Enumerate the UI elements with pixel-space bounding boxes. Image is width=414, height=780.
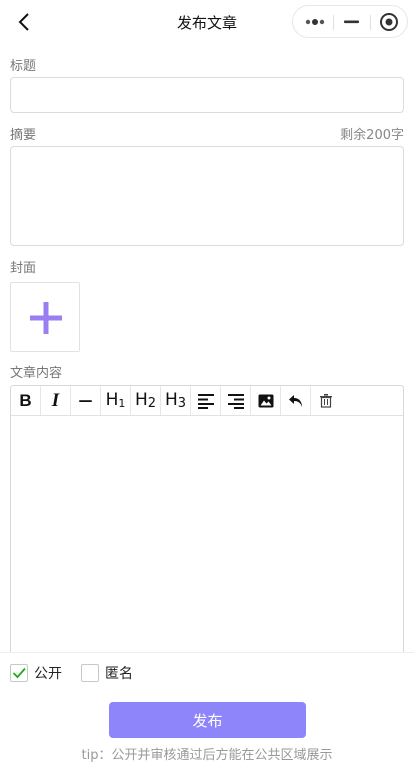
heading-1-button[interactable]: H1	[101, 386, 131, 415]
summary-label: 摘要	[10, 128, 37, 143]
horizontal-rule-button[interactable]: —	[71, 386, 101, 415]
undo-button[interactable]	[281, 386, 311, 415]
cover-upload-button[interactable]	[10, 282, 80, 352]
summary-textarea[interactable]	[10, 146, 404, 246]
close-button[interactable]	[370, 6, 408, 37]
rich-text-editor: B I — H1 H2 H3	[10, 385, 404, 665]
editor-content-area[interactable]	[11, 417, 403, 664]
more-icon	[305, 19, 325, 25]
align-right-button[interactable]	[221, 386, 251, 415]
align-left-button[interactable]	[191, 386, 221, 415]
title-label: 标题	[10, 59, 37, 74]
publish-button[interactable]: 发布	[109, 702, 306, 738]
image-icon	[258, 394, 273, 407]
content-label: 文章内容	[10, 366, 63, 381]
publish-tip: tip：公开并审核通过后方能在公共区域展示	[81, 748, 333, 763]
public-option[interactable]: 公开	[10, 663, 62, 683]
nav-bar: 发布文章	[0, 0, 414, 44]
undo-icon	[288, 394, 302, 407]
public-checkbox[interactable]	[10, 664, 28, 682]
insert-image-button[interactable]	[251, 386, 281, 415]
anonymous-option[interactable]: 匿名	[81, 663, 133, 683]
heading-2-button[interactable]: H2	[131, 386, 161, 415]
align-left-icon	[197, 393, 214, 409]
more-button[interactable]	[295, 6, 333, 37]
bold-button[interactable]: B	[11, 386, 41, 415]
check-icon	[12, 667, 26, 679]
minimize-button[interactable]	[333, 6, 371, 37]
capsule-menu	[292, 5, 408, 38]
title-input[interactable]	[10, 77, 404, 113]
plus-icon	[30, 302, 62, 334]
heading-3-button[interactable]: H3	[161, 386, 191, 415]
close-target-icon	[380, 13, 398, 31]
editor-toolbar: B I — H1 H2 H3	[11, 386, 403, 416]
public-label: 公开	[34, 666, 62, 682]
minimize-icon	[344, 20, 359, 24]
trash-icon	[320, 394, 332, 408]
cover-label: 封面	[10, 261, 37, 276]
anonymous-label: 匿名	[105, 666, 133, 682]
clear-button[interactable]	[311, 386, 341, 415]
summary-char-counter: 剩余200字	[340, 128, 404, 143]
align-right-icon	[227, 393, 244, 409]
anonymous-checkbox[interactable]	[81, 664, 99, 682]
italic-button[interactable]: I	[41, 386, 71, 415]
